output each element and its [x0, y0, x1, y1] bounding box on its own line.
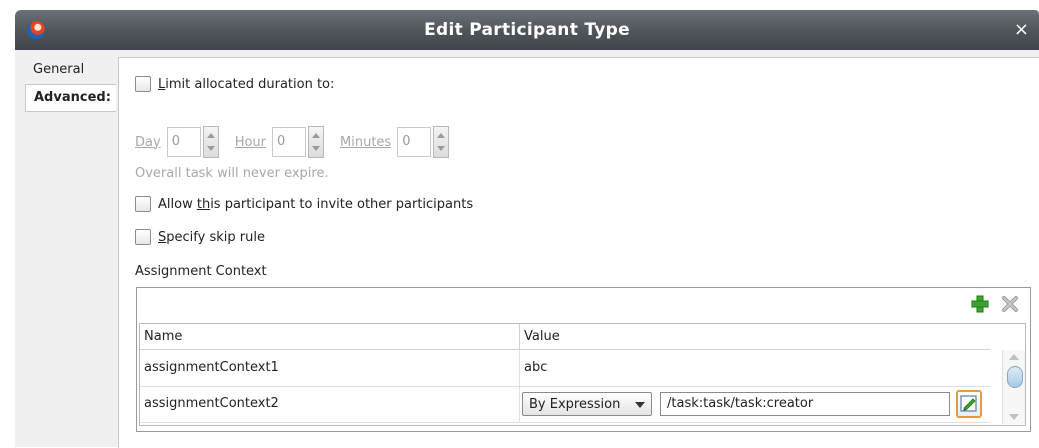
skip-rule-row: Specify skip rule [135, 229, 265, 245]
edit-expression-icon [960, 395, 977, 412]
tab-general[interactable]: General [25, 57, 123, 83]
expiry-hint: Overall task will never expire. [135, 166, 329, 181]
allow-invite-label[interactable]: Allow this participant to invite other p… [158, 197, 473, 212]
close-icon[interactable]: × [1014, 10, 1029, 50]
hour-spinner-buttons[interactable] [308, 126, 325, 158]
tab-advanced[interactable]: Advanced: [25, 84, 116, 112]
limit-duration-label[interactable]: Limit allocated duration to: [158, 77, 334, 92]
table-row[interactable]: assignmentContext2 By Expression /task:t… [140, 386, 990, 423]
context-table: Name Value assignmentContext1 abc assign… [139, 323, 1026, 426]
vertical-scrollbar[interactable] [1002, 350, 1025, 424]
skip-rule-checkbox[interactable] [135, 229, 151, 245]
assignment-context-label: Assignment Context [135, 264, 267, 279]
scroll-thumb[interactable] [1007, 366, 1023, 388]
title-bar: Edit Participant Type × [15, 10, 1039, 50]
advanced-panel: Limit allocated duration to: Day 0 Hour … [118, 57, 1039, 448]
scroll-up-arrow[interactable] [1009, 354, 1019, 360]
allow-invite-checkbox[interactable] [135, 196, 151, 212]
duration-row: Day 0 Hour 0 Minutes 0 [135, 126, 465, 158]
assignment-context-grid: Name Value assignmentContext1 abc assign… [136, 287, 1031, 432]
context-value-cell[interactable]: abc [520, 350, 990, 386]
grid-toolbar [137, 288, 1030, 320]
day-spinner-buttons[interactable] [202, 126, 219, 158]
minutes-spinner-buttons[interactable] [433, 126, 450, 158]
hour-label: Hour [234, 134, 267, 150]
scroll-down-arrow[interactable] [1009, 414, 1019, 420]
table-row[interactable]: assignmentContext1 abc [140, 350, 990, 387]
limit-duration-row: Limit allocated duration to: [135, 76, 334, 92]
context-name-cell[interactable]: assignmentContext2 [140, 386, 520, 422]
skip-rule-label[interactable]: Specify skip rule [158, 230, 265, 245]
column-header-value[interactable]: Value [520, 324, 990, 350]
edit-expression-button[interactable] [956, 390, 982, 418]
dialog-title: Edit Participant Type [424, 20, 630, 40]
plus-icon[interactable] [970, 294, 990, 314]
day-spinner-input[interactable]: 0 [166, 127, 201, 157]
hour-spinner-input[interactable]: 0 [272, 127, 307, 157]
allow-invite-row: Allow this participant to invite other p… [135, 196, 473, 212]
day-label: Day [135, 134, 161, 150]
x-icon[interactable] [1000, 294, 1020, 314]
dialog-body: General Advanced: Limit allocated durati… [15, 50, 1039, 448]
minutes-label: Minutes [340, 134, 392, 150]
chevron-down-icon [635, 402, 645, 408]
tab-strip: General Advanced: [15, 50, 118, 447]
limit-duration-checkbox[interactable] [135, 76, 151, 92]
context-value-cell: By Expression /task:task/task:creator [520, 386, 990, 422]
column-header-name[interactable]: Name [140, 324, 520, 350]
context-name-cell[interactable]: assignmentContext1 [140, 350, 520, 386]
minutes-spinner-input[interactable]: 0 [397, 127, 432, 157]
value-type-dropdown[interactable]: By Expression [522, 392, 652, 416]
expression-input[interactable]: /task:task/task:creator [660, 392, 950, 416]
